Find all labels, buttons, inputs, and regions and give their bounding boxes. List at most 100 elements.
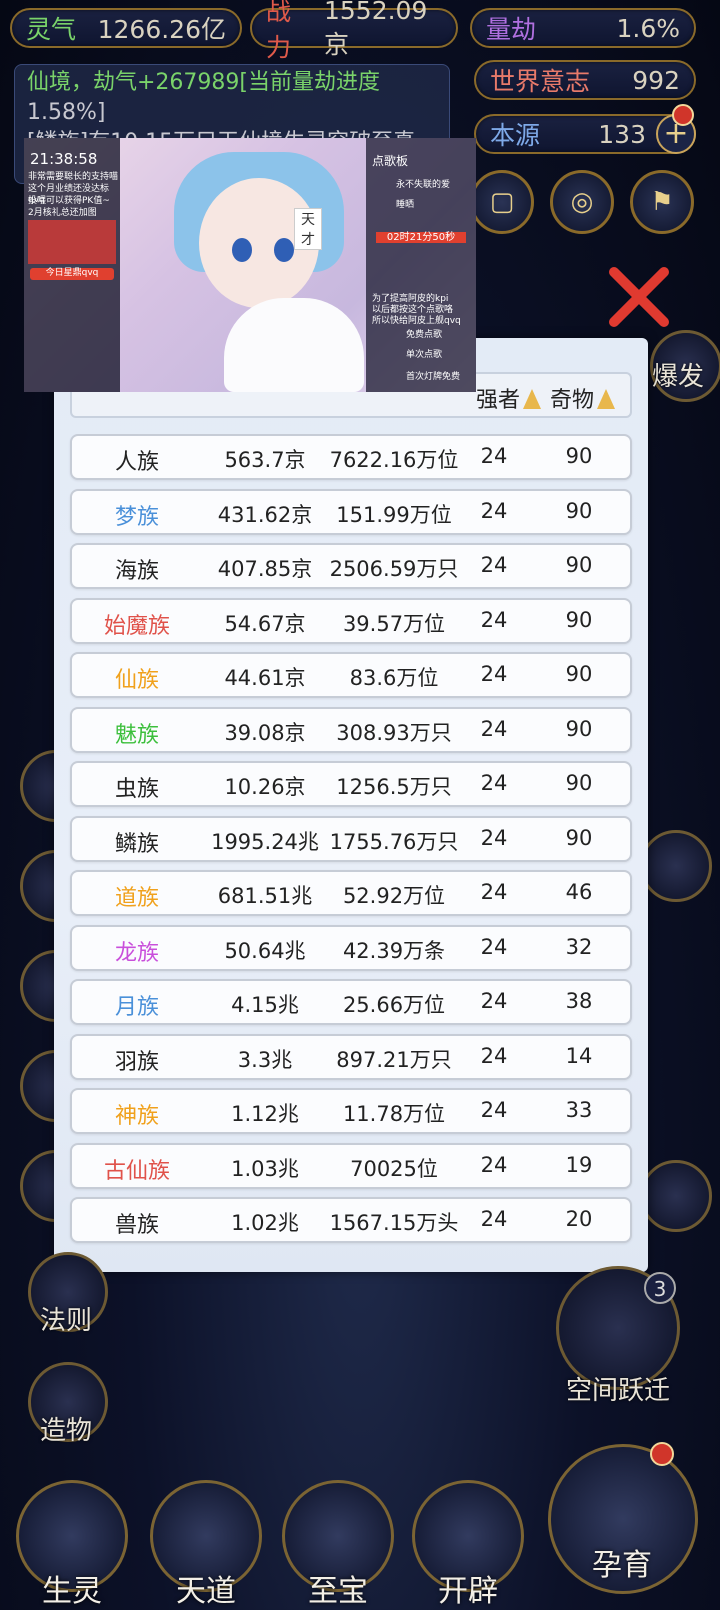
world-will-pill[interactable]: 世界意志 992 — [474, 60, 696, 100]
race-power: 39.08京 — [224, 720, 306, 745]
single-song-button[interactable]: 单次点歌 — [406, 350, 442, 361]
race-population: 1256.5万只 — [336, 775, 452, 799]
promo-line-2: 以后都按这个点歌咯 — [372, 305, 454, 315]
race-strong-count: 24 — [480, 1098, 508, 1122]
character-eye-right — [274, 238, 294, 262]
race-treasure-count: 90 — [565, 444, 593, 468]
race-treasure-count: 90 — [565, 553, 593, 577]
right-side-button-1[interactable] — [640, 830, 712, 902]
table-row[interactable]: 鳞族 1995.24兆 1755.76万只 24 90 — [70, 815, 632, 862]
race-power: 44.61京 — [224, 666, 306, 690]
lingqi-label: 灵气 — [26, 15, 77, 44]
table-row[interactable]: 人族 563.7京 7622.16万位 24 90 — [70, 434, 632, 480]
space-jump-badge: 3 — [644, 1272, 676, 1304]
table-row[interactable]: 兽族 1.02兆 1567.15万头 24 20 — [70, 1197, 632, 1243]
close-icon[interactable] — [604, 262, 674, 332]
notification-dot — [672, 104, 694, 126]
race-list[interactable]: 人族 563.7京 7622.16万位 24 90 梦族 431.62京 151.99万位 24… — [66, 434, 636, 1256]
race-treasure-count: 32 — [565, 934, 593, 959]
overlay-today-button[interactable]: 今日星鼎qvq — [30, 268, 114, 280]
overlay-right-panel: 点歌板 永不失联的爱 睡晒 02时21分50秒 为了提高阿皮的kpi 以后都按这… — [366, 138, 476, 392]
tian-tag: 天才 — [294, 208, 322, 250]
race-population: 11.78万位 — [342, 1102, 446, 1126]
header-strong[interactable]: 强者 — [476, 382, 542, 414]
sort-up-icon — [523, 389, 542, 409]
overlay-desc-3: 投喂可以获得PK值~ — [28, 196, 110, 206]
liangjie-pill[interactable]: 量劫 1.6% — [470, 8, 696, 48]
race-power: 54.67京 — [224, 611, 306, 636]
race-strong-count: 24 — [480, 771, 508, 795]
race-power: 4.15兆 — [231, 993, 299, 1017]
race-ranking-panel: 强者 奇物 人族 563.7京 7622.16万位 24 90 梦族 431.62京 151.… — [54, 338, 648, 1272]
table-row[interactable]: 梦族 431.62京 151.99万位 24 90 — [70, 488, 632, 535]
promo-line-1: 为了提高阿皮的kpi — [372, 294, 449, 304]
race-strong-count: 24 — [480, 1207, 508, 1231]
race-power: 3.3兆 — [237, 1047, 293, 1072]
table-row[interactable]: 月族 4.15兆 25.66万位 24 38 — [70, 979, 632, 1025]
overlay-time: 21:38:58 — [30, 150, 98, 168]
table-row[interactable]: 魅族 39.08京 308.93万只 24 90 — [70, 706, 632, 753]
table-row[interactable]: 海族 407.85京 2506.59万只 24 90 — [70, 543, 632, 589]
skill-button-2[interactable]: ◎ — [550, 170, 614, 234]
origin-value: 133 — [598, 119, 646, 149]
race-population: 52.92万位 — [342, 884, 446, 908]
right-side-button-2[interactable] — [640, 1160, 712, 1232]
stream-overlay[interactable]: 天才 21:38:58 非常需要聪长的支持喵 这个月业绩还没达标qvq 投喂可以… — [24, 138, 476, 392]
race-population: 897.21万只 — [336, 1047, 452, 1072]
space-jump-label: 空间跃迁 — [566, 1376, 671, 1406]
race-name: 道族 — [114, 886, 159, 911]
race-treasure-count: 38 — [565, 989, 593, 1013]
race-population: 39.57万位 — [342, 611, 446, 636]
zhanli-pill: 战力 1552.09京 — [250, 0, 458, 62]
race-power: 563.7京 — [224, 448, 306, 472]
race-name: 人族 — [114, 450, 159, 475]
table-row[interactable]: 神族 1.12兆 11.78万位 24 33 — [70, 1088, 632, 1134]
skill-button-1[interactable]: ▢ — [470, 170, 534, 234]
race-treasure-count: 90 — [565, 498, 593, 523]
race-strong-count: 24 — [480, 607, 508, 632]
yunyu-label: 孕育 — [592, 1548, 652, 1583]
lingqi-value: 1266.26亿 — [97, 15, 226, 44]
race-name: 魅族 — [114, 722, 159, 748]
lingqi-pill: 灵气 1266.26亿 — [10, 8, 242, 48]
race-strong-count: 24 — [480, 716, 508, 741]
race-treasure-count: 14 — [565, 1043, 593, 1068]
race-treasure-count: 46 — [565, 880, 593, 904]
liangjie-value: 1.6% — [616, 13, 680, 43]
free-song-button[interactable]: 免费点歌 — [406, 330, 442, 341]
race-power: 1.02兆 — [231, 1211, 299, 1235]
race-power: 1995.24兆 — [211, 829, 319, 854]
race-treasure-count: 90 — [565, 771, 593, 795]
table-row[interactable]: 始魔族 54.67京 39.57万位 24 90 — [70, 597, 632, 644]
race-treasure-count: 90 — [565, 607, 593, 632]
table-row[interactable]: 仙族 44.61京 83.6万位 24 90 — [70, 652, 632, 698]
race-name: 古仙族 — [103, 1158, 170, 1184]
race-strong-count: 24 — [480, 662, 508, 686]
table-row[interactable]: 道族 681.51兆 52.92万位 24 46 — [70, 870, 632, 916]
overlay-desc-1: 非常需要聪长的支持喵 — [28, 172, 119, 182]
race-population: 1567.15万头 — [329, 1211, 459, 1235]
burst-label: 爆发 — [652, 362, 705, 392]
race-population: 83.6万位 — [349, 666, 439, 690]
race-population: 7622.16万位 — [329, 448, 459, 472]
table-row[interactable]: 龙族 50.64兆 42.39万条 24 32 — [70, 924, 632, 971]
race-strong-count: 24 — [480, 553, 508, 577]
race-treasure-count: 90 — [565, 716, 593, 741]
race-treasure-count: 33 — [565, 1098, 593, 1122]
world-will-label: 世界意志 — [490, 67, 591, 96]
race-strong-count: 24 — [480, 880, 508, 904]
skill-button-3[interactable]: ⚑ — [630, 170, 694, 234]
law-label: 法则 — [40, 1306, 93, 1336]
race-power: 50.64兆 — [224, 938, 306, 963]
race-name: 鳞族 — [114, 831, 159, 857]
race-population: 42.39万条 — [342, 938, 446, 963]
table-row[interactable]: 虫族 10.26京 1256.5万只 24 90 — [70, 761, 632, 807]
first-free-button[interactable]: 首次灯牌免费 — [406, 372, 460, 383]
song-item-2: 睡晒 — [396, 200, 415, 210]
race-power: 10.26京 — [224, 775, 306, 799]
race-power: 407.85京 — [217, 557, 313, 581]
race-power: 1.03兆 — [231, 1156, 299, 1181]
table-row[interactable]: 羽族 3.3兆 897.21万只 24 14 — [70, 1033, 632, 1080]
header-treasure[interactable]: 奇物 — [550, 382, 616, 414]
table-row[interactable]: 古仙族 1.03兆 70025位 24 19 — [70, 1142, 632, 1189]
